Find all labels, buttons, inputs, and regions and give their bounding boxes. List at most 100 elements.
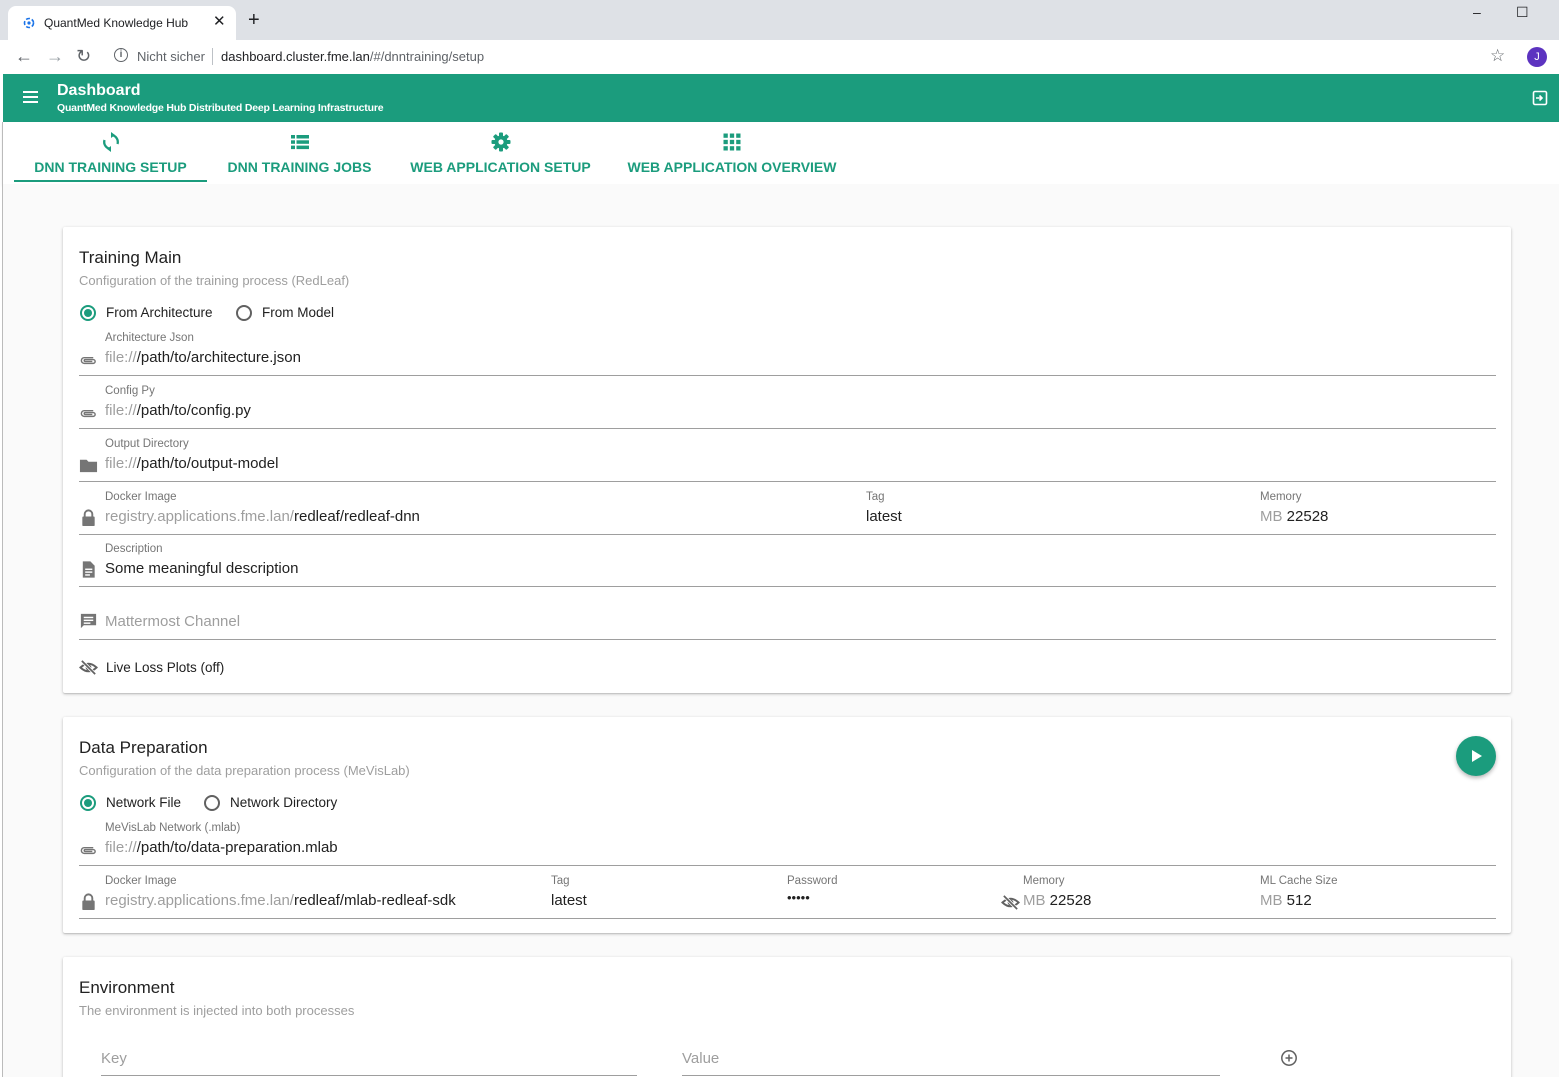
unit-prefix: MB: [1023, 892, 1046, 909]
field-text: /path/to/config.py: [136, 402, 251, 419]
info-icon[interactable]: i: [114, 48, 128, 62]
radio-network-directory[interactable]: Network Directory: [204, 794, 344, 812]
description-field[interactable]: Description Some meaningful description: [79, 541, 1496, 587]
tab-web-application-overview[interactable]: WEB APPLICATION OVERVIEW: [615, 122, 849, 184]
field-label: Tag: [866, 491, 885, 503]
bookmark-star-icon[interactable]: ☆: [1490, 46, 1505, 66]
url-path: /#/dnntraining/setup: [369, 49, 485, 64]
reload-icon[interactable]: ↻: [76, 46, 91, 67]
logout-icon[interactable]: [1532, 90, 1548, 106]
tab-close-icon[interactable]: ✕: [213, 12, 226, 30]
field-text: /path/to/architecture.json: [136, 349, 301, 366]
minimize-button[interactable]: –: [1473, 4, 1481, 20]
chat-icon: [80, 613, 97, 629]
browser-tab[interactable]: QuantMed Knowledge Hub ✕: [8, 6, 236, 40]
lock-icon: [82, 509, 95, 527]
memory-input[interactable]: MB 22528: [1023, 892, 1091, 909]
field-label: Docker Image: [105, 491, 177, 503]
add-circle-icon[interactable]: [1280, 1049, 1298, 1067]
tag-input[interactable]: latest: [551, 892, 587, 909]
env-key-input[interactable]: Key: [101, 1043, 637, 1076]
docker-image-input[interactable]: registry.applications.fme.lan/redleaf/ml…: [105, 892, 456, 909]
run-button[interactable]: [1456, 736, 1496, 776]
field-prefix: file://: [105, 349, 137, 366]
field-prefix: registry.applications.fme.lan/: [105, 892, 294, 909]
radio-label: Network File: [106, 795, 182, 810]
field-label: Memory: [1023, 875, 1065, 887]
data-preparation-card: Data Preparation Configuration of the da…: [63, 717, 1511, 933]
url-host: dashboard.cluster.fme.lan: [221, 49, 370, 64]
profile-avatar[interactable]: J: [1527, 47, 1547, 67]
docker-image-row: Docker Image registry.applications.fme.l…: [79, 872, 1496, 919]
field-value: file:///path/to/architecture.json: [105, 349, 301, 366]
live-loss-plots-toggle[interactable]: Live Loss Plots (off): [79, 657, 239, 679]
field-label: Output Directory: [105, 438, 189, 450]
forward-arrow-icon[interactable]: →: [46, 46, 64, 67]
training-main-card: Training Main Configuration of the train…: [63, 227, 1511, 693]
architecture-json-field[interactable]: Architecture Json file:///path/to/archit…: [79, 329, 1496, 376]
app-header: Dashboard QuantMed Knowledge Hub Distrib…: [3, 74, 1559, 122]
field-prefix: file://: [105, 402, 137, 419]
gear-icon: [491, 132, 510, 152]
attachment-icon: [80, 846, 96, 855]
field-label: Description: [105, 543, 163, 555]
tab-label: WEB APPLICATION SETUP: [410, 159, 591, 175]
back-arrow-icon[interactable]: ←: [15, 46, 33, 67]
lock-icon: [82, 893, 95, 911]
url-text[interactable]: dashboard.cluster.fme.lan/#/dnntraining/…: [221, 49, 484, 64]
ml-cache-size-input[interactable]: MB 512: [1260, 892, 1312, 909]
attachment-icon: [80, 356, 96, 365]
refresh-icon: [102, 132, 119, 152]
config-py-field[interactable]: Config Py file:///path/to/config.py: [79, 382, 1496, 429]
radio-circle: [80, 795, 96, 811]
radio-from-architecture[interactable]: From Architecture: [80, 304, 220, 322]
page-subtitle: QuantMed Knowledge Hub Distributed Deep …: [57, 102, 384, 114]
tab-web-application-setup[interactable]: WEB APPLICATION SETUP: [396, 122, 605, 184]
docker-image-input[interactable]: registry.applications.fme.lan/redleaf/re…: [105, 508, 420, 525]
card-title: Environment: [79, 978, 175, 997]
mevislab-network-field[interactable]: MeVisLab Network (.mlab) file:///path/to…: [79, 819, 1496, 866]
hamburger-menu-icon[interactable]: [23, 91, 38, 103]
omnibox-divider: [212, 48, 213, 65]
maximize-button[interactable]: ☐: [1516, 4, 1529, 21]
radio-circle: [236, 305, 252, 321]
tab-dnn-training-jobs[interactable]: DNN TRAINING JOBS: [213, 122, 386, 184]
output-directory-field[interactable]: Output Directory file:///path/to/output-…: [79, 435, 1496, 482]
radio-network-file[interactable]: Network File: [80, 794, 190, 812]
mattermost-channel-field[interactable]: Mattermost Channel: [79, 593, 1496, 640]
quantmed-favicon-icon: [23, 17, 35, 29]
radio-label: Network Directory: [230, 795, 338, 810]
field-text: 22528: [1049, 892, 1092, 909]
env-value-input[interactable]: Value: [682, 1043, 1220, 1076]
password-input[interactable]: •••••: [787, 890, 810, 905]
memory-input[interactable]: MB 22528: [1260, 508, 1328, 525]
field-label: ML Cache Size: [1260, 875, 1338, 887]
radio-circle: [80, 305, 96, 321]
new-tab-button[interactable]: +: [248, 10, 260, 30]
field-label: Architecture Json: [105, 332, 194, 344]
browser-tab-strip: QuantMed Knowledge Hub ✕ + – ☐: [0, 0, 1559, 40]
list-icon: [290, 135, 309, 150]
field-prefix: file://: [105, 839, 137, 856]
insecure-label[interactable]: Nicht sicher: [137, 49, 205, 64]
window-left-border: [2, 122, 3, 1077]
tag-input[interactable]: latest: [866, 508, 902, 525]
field-text: /path/to/output-model: [136, 455, 279, 472]
toggle-label: Live Loss Plots (off): [106, 660, 225, 675]
field-prefix: file://: [105, 455, 137, 472]
radio-from-model[interactable]: From Model: [236, 304, 346, 322]
radio-circle: [204, 795, 220, 811]
eye-off-icon: [79, 659, 98, 676]
field-text: 22528: [1286, 508, 1329, 525]
address-bar-row: ← → ↻ i Nicht sicher dashboard.cluster.f…: [0, 40, 1559, 74]
eye-off-icon[interactable]: [1001, 893, 1020, 912]
folder-icon: [79, 459, 98, 473]
field-label: Docker Image: [105, 875, 177, 887]
field-placeholder: Key: [101, 1050, 127, 1067]
field-label: Password: [787, 875, 838, 887]
tab-dnn-training-setup[interactable]: DNN TRAINING SETUP: [14, 122, 207, 184]
omnibox[interactable]: i Nicht sicher dashboard.cluster.fme.lan…: [106, 44, 1518, 70]
play-icon: [1472, 750, 1482, 762]
environment-card: Environment The environment is injected …: [63, 957, 1511, 1077]
unit-prefix: MB: [1260, 892, 1283, 909]
